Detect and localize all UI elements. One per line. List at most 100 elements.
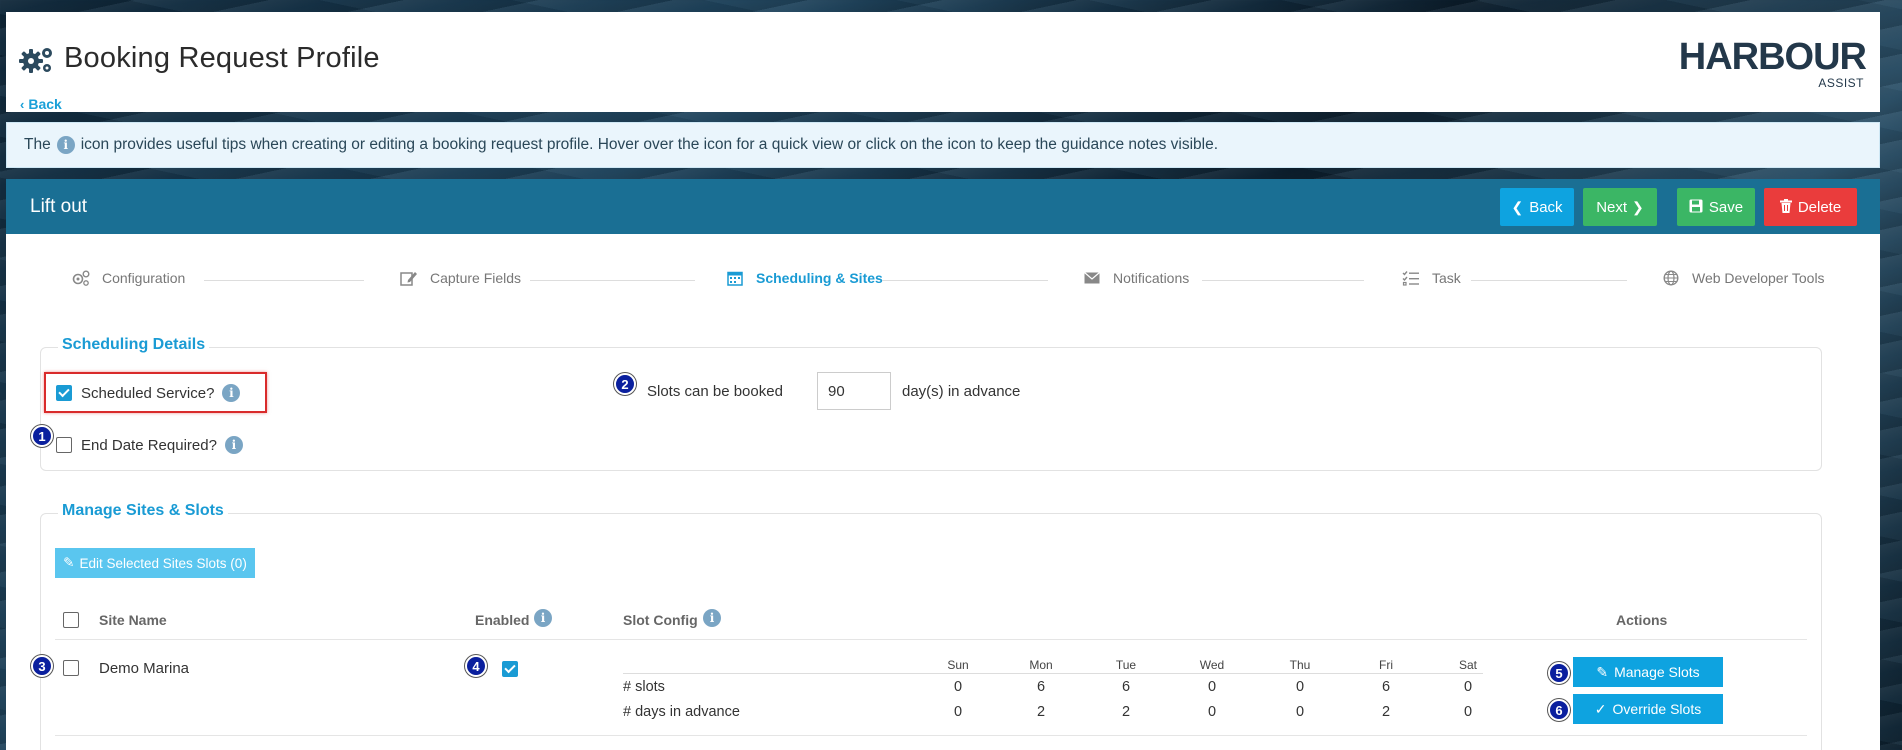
scheduled-service-checkbox[interactable] xyxy=(56,385,72,401)
slots-booked-label: Slots can be booked xyxy=(647,383,783,400)
globe-icon xyxy=(1661,269,1681,287)
back-link[interactable]: ‹ Back xyxy=(20,96,62,112)
profile-name: Lift out xyxy=(30,196,88,217)
annotation-badge: 2 xyxy=(614,373,636,395)
wizard-steps: Configuration Capture Fields Scheduling … xyxy=(6,269,1880,293)
back-link-label: Back xyxy=(28,96,62,112)
calendar-icon xyxy=(725,269,745,287)
step-label: Web Developer Tools xyxy=(1692,270,1825,286)
end-date-checkbox[interactable] xyxy=(56,437,72,453)
save-button-label: Save xyxy=(1708,198,1744,216)
chevron-left-icon: ❮ xyxy=(1511,198,1524,215)
back-button[interactable]: ❮ Back xyxy=(1500,188,1574,226)
table-header-divider xyxy=(55,639,1807,640)
info-icon[interactable]: i xyxy=(703,609,721,627)
step-notifications[interactable]: Notifications xyxy=(1082,269,1189,287)
back-button-label: Back xyxy=(1529,198,1563,216)
slot-config-divider xyxy=(623,673,1483,674)
day-header: Mon xyxy=(1029,658,1053,672)
info-icon[interactable]: i xyxy=(224,436,243,454)
step-configuration[interactable]: Configuration xyxy=(71,269,185,287)
scheduled-service-field: Scheduled Service? i xyxy=(56,384,241,402)
days-in-advance-cell: 0 xyxy=(953,704,963,720)
info-icon[interactable]: i xyxy=(56,136,75,154)
edit-selected-sites-label: Edit Selected Sites Slots (0) xyxy=(79,555,247,571)
step-capture-fields[interactable]: Capture Fields xyxy=(399,269,521,287)
day-header: Sat xyxy=(1458,658,1477,672)
end-date-label: End Date Required? xyxy=(81,436,217,454)
edit-selected-sites-button[interactable]: ✎ Edit Selected Sites Slots (0) xyxy=(55,548,255,578)
info-icon[interactable]: i xyxy=(222,384,241,402)
chevron-right-icon: ❯ xyxy=(1632,198,1644,215)
slots-cell: 6 xyxy=(1121,679,1131,695)
site-enabled-checkbox[interactable] xyxy=(502,661,518,677)
step-label: Task xyxy=(1432,270,1461,286)
day-header: Fri xyxy=(1379,658,1393,672)
info-icon[interactable]: i xyxy=(534,609,552,627)
check-icon: ✓ xyxy=(1594,700,1607,717)
tip-text-after: icon provides useful tips when creating … xyxy=(80,136,1219,153)
days-in-advance-cell: 2 xyxy=(1121,704,1131,720)
profile-panel: Lift out ❮ Back Next ❯ Save Delete Confi… xyxy=(6,179,1880,750)
col-actions: Actions xyxy=(1616,612,1668,628)
pencil-icon: ✎ xyxy=(63,555,75,570)
profile-panel-header: Lift out ❮ Back Next ❯ Save Delete xyxy=(6,179,1880,234)
day-header: Sun xyxy=(947,658,969,672)
page-header: Booking Request Profile ‹ Back HARBOUR A… xyxy=(6,12,1880,112)
row-select-checkbox[interactable] xyxy=(63,660,79,676)
table-row-divider xyxy=(55,735,1807,736)
manage-sites-legend: Manage Sites & Slots xyxy=(58,502,228,520)
slots-cell: 0 xyxy=(1295,679,1305,695)
step-scheduling-sites[interactable]: Scheduling & Sites xyxy=(725,269,883,287)
envelope-icon xyxy=(1082,269,1102,287)
day-header: Thu xyxy=(1289,658,1311,672)
step-divider xyxy=(204,280,364,281)
days-in-advance-cell: 2 xyxy=(1381,704,1391,720)
step-label: Scheduling & Sites xyxy=(756,270,883,286)
logo-sub-text: ASSIST xyxy=(1818,76,1864,90)
page-title: Booking Request Profile xyxy=(18,42,380,75)
slots-cell: 6 xyxy=(1381,679,1391,695)
step-label: Capture Fields xyxy=(430,270,522,286)
col-site-name: Site Name xyxy=(99,612,167,628)
annotation-badge: 5 xyxy=(1548,662,1570,684)
delete-button-label: Delete xyxy=(1797,198,1842,216)
trash-icon xyxy=(1779,198,1792,216)
next-button-label: Next xyxy=(1596,198,1628,216)
step-label: Configuration xyxy=(102,270,186,286)
select-all-checkbox[interactable] xyxy=(63,612,79,628)
slots-cell: 0 xyxy=(1463,679,1473,695)
next-button[interactable]: Next ❯ xyxy=(1583,188,1657,226)
col-slot-config: Slot Config xyxy=(623,612,698,628)
logo-main-text: HARBOUR xyxy=(1678,36,1867,78)
slots-row-label: # slots xyxy=(623,679,665,695)
manage-slots-button[interactable]: ✎ Manage Slots xyxy=(1573,657,1723,687)
override-slots-button[interactable]: ✓ Override Slots xyxy=(1573,694,1723,724)
slots-cell: 6 xyxy=(1036,679,1046,695)
cogs-icon xyxy=(71,269,91,287)
floppy-disk-icon xyxy=(1689,199,1703,216)
step-divider xyxy=(1471,280,1627,281)
annotation-badge: 6 xyxy=(1548,699,1570,721)
chevron-left-icon: ‹ xyxy=(20,96,25,112)
end-date-field: End Date Required? i xyxy=(56,436,243,454)
site-name: Demo Marina xyxy=(99,660,190,677)
override-slots-label: Override Slots xyxy=(1612,701,1702,717)
step-task[interactable]: Task xyxy=(1401,269,1461,287)
day-header: Tue xyxy=(1115,658,1137,672)
slots-cell: 0 xyxy=(953,679,963,695)
save-button[interactable]: Save xyxy=(1677,188,1755,226)
days-in-advance-cell: 0 xyxy=(1295,704,1305,720)
step-web-developer-tools[interactable]: Web Developer Tools xyxy=(1661,269,1825,287)
step-label: Notifications xyxy=(1113,270,1190,286)
days-in-advance-cell: 0 xyxy=(1463,704,1473,720)
delete-button[interactable]: Delete xyxy=(1764,188,1857,226)
days-in-advance-row-label: # days in advance xyxy=(623,704,740,720)
step-divider xyxy=(882,280,1048,281)
slots-advance-input[interactable] xyxy=(817,372,891,410)
annotation-badge: 1 xyxy=(31,425,53,447)
manage-slots-label: Manage Slots xyxy=(1614,664,1700,680)
step-divider xyxy=(530,280,695,281)
days-in-advance-cell: 0 xyxy=(1207,704,1217,720)
scheduling-details-legend: Scheduling Details xyxy=(58,336,210,354)
